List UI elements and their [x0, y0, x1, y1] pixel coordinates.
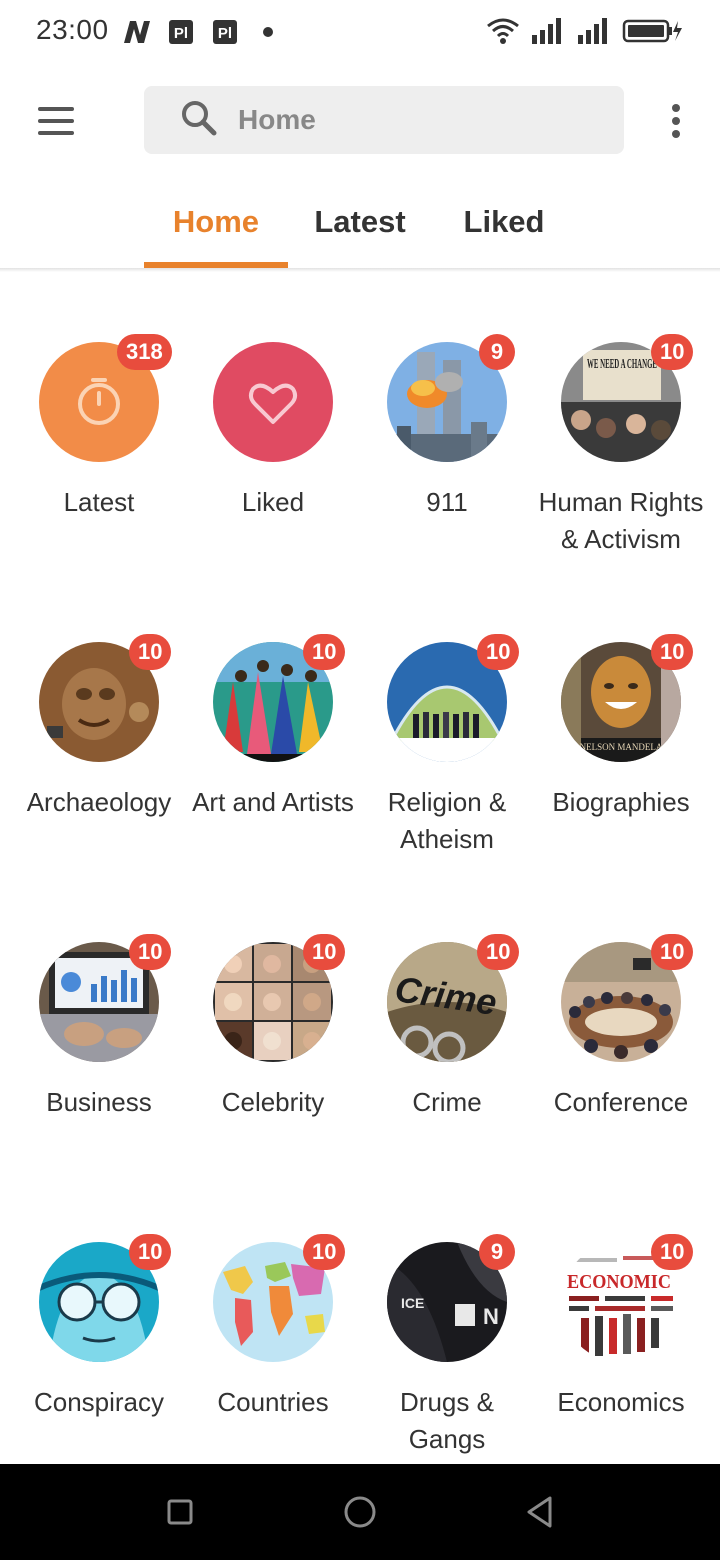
count-badge: 10 [477, 934, 520, 970]
search-input[interactable] [238, 104, 568, 136]
economics-word: ECONOMIC [567, 1271, 671, 1293]
count-badge: 318 [117, 334, 172, 370]
category-911[interactable]: 9 911 [360, 334, 534, 521]
category-label: Conspiracy [33, 1387, 165, 1417]
category-label: Conference [553, 1087, 689, 1117]
category-grid: 318 Latest Liked 9 911 WE NEED A CHANGE … [0, 272, 720, 1464]
category-label: Human Rights & Activism [538, 487, 704, 554]
category-celebrity[interactable]: 10 Celebrity [186, 934, 360, 1121]
more-vertical-icon[interactable] [656, 100, 696, 142]
category-crime[interactable]: Crime 10 Crime [360, 934, 534, 1121]
tab-home[interactable]: Home [144, 176, 288, 268]
category-drugs-gangs[interactable]: ICE N 9 Drugs & Gangs [360, 1234, 534, 1458]
pdf-icon: Pl [212, 18, 238, 46]
count-badge: 10 [651, 334, 694, 370]
tab-liked[interactable]: Liked [432, 176, 576, 268]
category-label: Economics [557, 1387, 685, 1417]
wifi-icon [486, 17, 520, 50]
sign-text: WE NEED A CHANGE [587, 357, 657, 372]
signal-icon [530, 17, 566, 50]
back-triangle-icon[interactable] [516, 1488, 564, 1536]
book-title: NELSON MANDELA [580, 742, 663, 752]
category-label: Religion & Atheism [387, 787, 507, 854]
category-label: Liked [241, 487, 305, 517]
recents-square-icon[interactable] [156, 1488, 204, 1536]
count-badge: 10 [129, 934, 172, 970]
category-human-rights[interactable]: WE NEED A CHANGE 10 Human Rights & Activ… [534, 334, 708, 558]
heart-icon [213, 342, 333, 462]
category-label: Art and Artists [192, 787, 354, 817]
category-label: Countries [217, 1387, 329, 1417]
search-bar[interactable] [144, 86, 624, 154]
category-countries[interactable]: 10 Countries [186, 1234, 360, 1421]
tab-latest[interactable]: Latest [288, 176, 432, 268]
category-label: Archaeology [26, 787, 172, 817]
count-badge: 10 [651, 634, 694, 670]
category-label: Celebrity [221, 1087, 325, 1117]
category-label: Business [46, 1087, 152, 1117]
category-biographies[interactable]: NELSON MANDELA 10 Biographies [534, 634, 708, 821]
category-conference[interactable]: 10 Conference [534, 934, 708, 1121]
home-circle-icon[interactable] [336, 1488, 384, 1536]
count-badge: 10 [651, 1234, 694, 1270]
dot-icon [262, 18, 274, 46]
svg-text:ICE: ICE [401, 1295, 424, 1311]
news-n-icon [122, 18, 152, 46]
count-badge: 9 [479, 1234, 515, 1270]
svg-text:Pl: Pl [218, 25, 232, 42]
category-label: Crime [412, 1087, 482, 1117]
pdf-icon: Pl [168, 18, 194, 46]
category-label: Biographies [552, 787, 690, 817]
signal-icon [576, 17, 612, 50]
count-badge: 9 [479, 334, 515, 370]
system-nav-bar [0, 1464, 720, 1560]
count-badge: 10 [651, 934, 694, 970]
category-religion-atheism[interactable]: 10 Religion & Atheism [360, 634, 534, 858]
status-time: 23:00 [36, 14, 109, 45]
count-badge: 10 [129, 634, 172, 670]
count-badge: 10 [477, 634, 520, 670]
battery-charging-icon [622, 17, 684, 50]
category-business[interactable]: 10 Business [12, 934, 186, 1121]
count-badge: 10 [303, 934, 346, 970]
category-art-and-artists[interactable]: 10 Art and Artists [186, 634, 360, 821]
toolbar [0, 66, 720, 176]
category-conspiracy[interactable]: 10 Conspiracy [12, 1234, 186, 1421]
category-archaeology[interactable]: 10 Archaeology [12, 634, 186, 821]
count-badge: 10 [303, 1234, 346, 1270]
svg-text:N: N [483, 1304, 499, 1329]
status-icons [486, 16, 684, 50]
category-liked[interactable]: Liked [186, 342, 360, 521]
count-badge: 10 [129, 1234, 172, 1270]
svg-text:Pl: Pl [174, 25, 188, 42]
count-badge: 10 [303, 634, 346, 670]
category-label: Drugs & Gangs [400, 1387, 494, 1454]
search-icon [180, 99, 218, 142]
category-economics[interactable]: ECONOMIC 10 Economics [534, 1234, 708, 1421]
category-label: Latest [63, 487, 135, 517]
category-label: 911 [426, 487, 468, 517]
tab-bar: Home Latest Liked [0, 176, 720, 268]
status-bar: 23:00 Pl Pl [0, 0, 720, 66]
hamburger-menu-icon[interactable] [28, 96, 84, 146]
category-latest[interactable]: 318 Latest [12, 334, 186, 521]
